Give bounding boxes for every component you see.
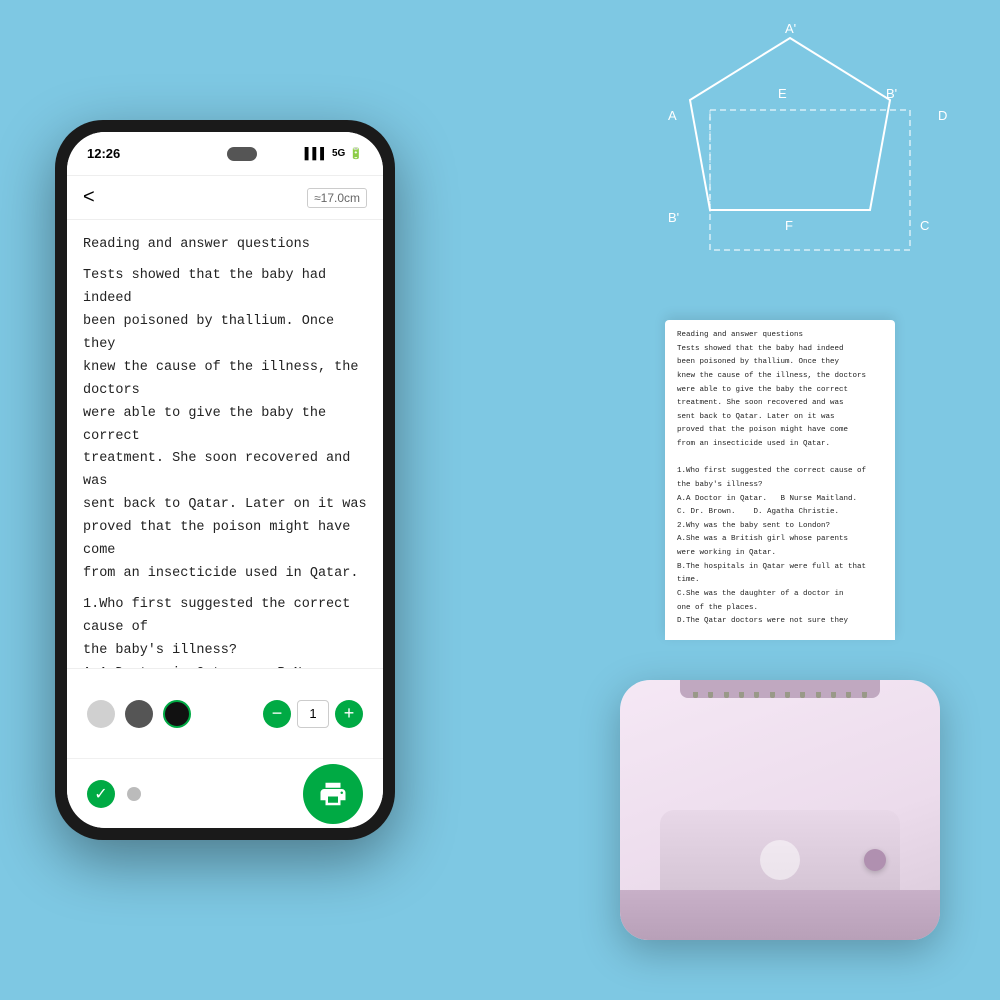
svg-text:E: E	[778, 86, 787, 101]
tooth-12	[862, 692, 867, 698]
decrement-button[interactable]: −	[263, 700, 291, 728]
paper-strip: Reading and answer questions Tests showe…	[665, 320, 895, 640]
phone: 12:26 ▌▌▌ 5G 🔋 < ≈17.0cm Reading and ans…	[55, 120, 395, 840]
color-black-dot[interactable]	[163, 700, 191, 728]
count-value: 1	[297, 700, 329, 728]
paper-q2b: were working in Qatar.	[677, 548, 883, 560]
paper-line-5: treatment. She soon recovered and was	[677, 398, 883, 410]
paper-spacer	[677, 453, 883, 465]
color-light-dot[interactable]	[87, 700, 115, 728]
paper-q2g: D.The Qatar doctors were not sure they	[677, 616, 883, 628]
phone-reading-text: Reading and answer questions Tests showe…	[83, 234, 367, 668]
printer-body	[620, 680, 940, 940]
svg-text:A: A	[668, 108, 677, 123]
printer-bottom	[620, 890, 940, 940]
wifi-icon: 5G	[332, 148, 345, 159]
phone-status-bar: 12:26 ▌▌▌ 5G 🔋	[67, 132, 383, 176]
line-1: Reading and answer questions	[83, 234, 367, 257]
back-button[interactable]: <	[83, 186, 95, 209]
printer-logo	[760, 840, 800, 880]
printer: Reading and answer questions Tests showe…	[620, 500, 940, 940]
paper-content: Reading and answer questions Tests showe…	[677, 330, 883, 628]
phone-color-bar: − 1 +	[67, 668, 383, 758]
printer-paper-slot	[680, 680, 880, 698]
svg-text:F: F	[785, 218, 793, 233]
color-dark-dot[interactable]	[125, 700, 153, 728]
svg-text:A': A'	[785, 21, 796, 36]
paper-q2f: one of the places.	[677, 603, 883, 615]
paper-q2e: C.She was the daughter of a doctor in	[677, 589, 883, 601]
svg-text:C: C	[920, 218, 929, 233]
svg-text:B': B'	[668, 210, 679, 225]
paper-q1b: the baby's illness?	[677, 480, 883, 492]
printer-teeth	[680, 692, 880, 698]
paper-line-3: knew the cause of the illness, the docto…	[677, 371, 883, 383]
phone-time: 12:26	[87, 146, 120, 161]
paper-line-6: sent back to Qatar. Later on it was	[677, 412, 883, 424]
signal-icon: ▌▌▌	[305, 148, 328, 160]
print-button[interactable]	[303, 764, 363, 824]
paper-q2: 2.Why was the baby sent to London?	[677, 521, 883, 533]
printer-side-button[interactable]	[864, 849, 886, 871]
tooth-8	[800, 692, 805, 698]
paper-q2c: B.The hospitals in Qatar were full at th…	[677, 562, 883, 574]
paper-line-8: from an insecticide used in Qatar.	[677, 439, 883, 451]
tooth-3	[724, 692, 729, 698]
ruler-label: ≈17.0cm	[307, 188, 367, 208]
geometry-diagram: A' E B' D A B' F C	[630, 20, 970, 300]
tooth-2	[708, 692, 713, 698]
tooth-1	[693, 692, 698, 698]
tooth-6	[770, 692, 775, 698]
paper-line-4: were able to give the baby the correct	[677, 385, 883, 397]
paper-q2d: time.	[677, 575, 883, 587]
phone-content: Reading and answer questions Tests showe…	[67, 220, 383, 668]
tooth-5	[754, 692, 759, 698]
paper-line-7: proved that the poison might have come	[677, 425, 883, 437]
increment-button[interactable]: +	[335, 700, 363, 728]
paper-line-1: Tests showed that the baby had indeed	[677, 344, 883, 356]
printer-outer-shell	[620, 680, 940, 940]
paper-line-2: been poisoned by thallium. Once they	[677, 357, 883, 369]
paper-q1c: A.A Doctor in Qatar. B Nurse Maitland.	[677, 494, 883, 506]
svg-text:D: D	[938, 108, 947, 123]
tooth-4	[739, 692, 744, 698]
dot-indicator	[127, 787, 141, 801]
status-icons: ▌▌▌ 5G 🔋	[305, 147, 363, 160]
tooth-9	[816, 692, 821, 698]
phone-body: 12:26 ▌▌▌ 5G 🔋 < ≈17.0cm Reading and ans…	[55, 120, 395, 840]
paper-line-title: Reading and answer questions	[677, 330, 883, 342]
line-2: Tests showed that the baby had indeedbee…	[83, 265, 367, 586]
count-control: − 1 +	[263, 700, 363, 728]
phone-screen: 12:26 ▌▌▌ 5G 🔋 < ≈17.0cm Reading and ans…	[67, 132, 383, 828]
phone-nav-bar: < ≈17.0cm	[67, 176, 383, 220]
svg-text:B': B'	[886, 86, 897, 101]
tooth-7	[785, 692, 790, 698]
check-icon[interactable]: ✓	[87, 780, 115, 808]
paper-q1d: C. Dr. Brown. D. Agatha Christie.	[677, 507, 883, 519]
battery-icon: 🔋	[349, 147, 363, 160]
line-q1: 1.Who first suggested the correct cause …	[83, 594, 367, 668]
paper-q1: 1.Who first suggested the correct cause …	[677, 466, 883, 478]
tooth-10	[831, 692, 836, 698]
paper-q2a: A.She was a British girl whose parents	[677, 534, 883, 546]
phone-action-bar: ✓	[67, 758, 383, 828]
tooth-11	[846, 692, 851, 698]
